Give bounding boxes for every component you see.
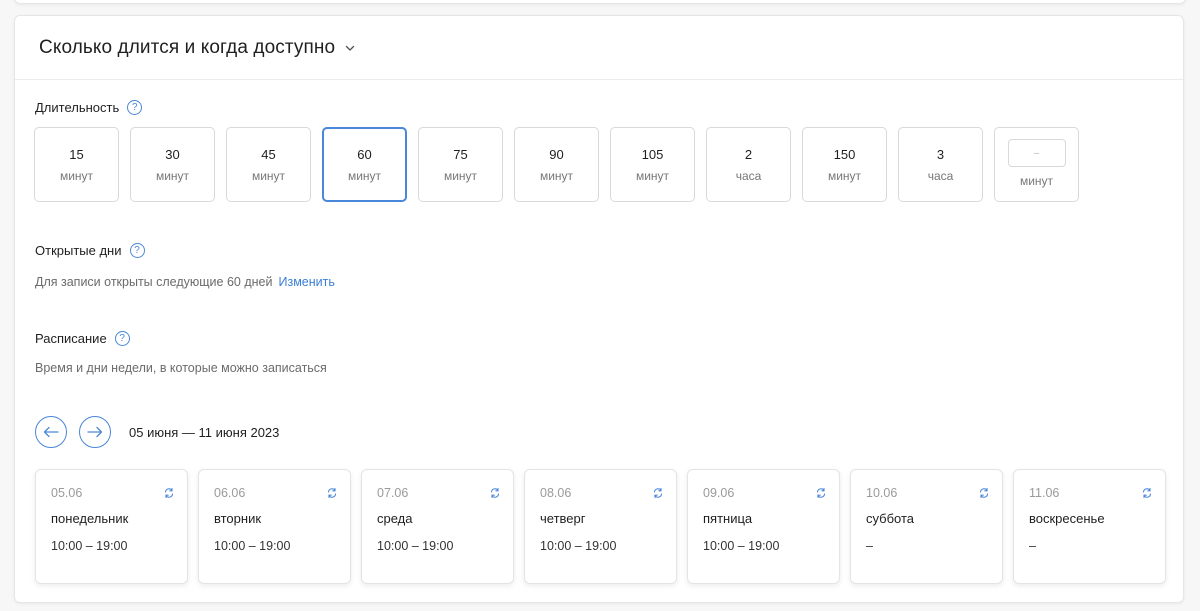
help-circle-icon[interactable]: ? <box>127 100 143 115</box>
duration-unit: минут <box>347 168 382 183</box>
arrow-right-icon[interactable] <box>79 416 111 448</box>
day-date: 07.06 <box>377 486 409 500</box>
duration-unit: минут <box>443 168 478 183</box>
duration-value: 105 <box>641 146 664 162</box>
duration-value: 90 <box>549 146 564 162</box>
day-card-wednesday[interactable]: 07.06 среда 10:00 – 19:00 <box>361 469 514 584</box>
duration-unit: минут <box>155 168 190 183</box>
duration-option-75[interactable]: 75 минут <box>418 127 503 202</box>
day-name: суббота <box>866 511 915 526</box>
duration-label: Длительность <box>35 100 120 115</box>
duration-unit: часа <box>735 168 762 183</box>
day-name: четверг <box>540 511 586 526</box>
schedule-days: 05.06 понедельник 10:00 – 19:00 06.06 вт… <box>35 469 1176 584</box>
custom-duration-input[interactable]: – <box>1007 139 1066 167</box>
duration-value: 45 <box>261 146 276 162</box>
week-range: 05 июня — 11 июня 2023 <box>129 424 280 440</box>
duration-unit: минут <box>539 168 574 183</box>
day-name: понедельник <box>51 511 129 526</box>
duration-unit: минут <box>1019 174 1054 188</box>
duration-unit: часа <box>927 168 954 183</box>
schedule-label: Расписание <box>35 331 107 346</box>
day-card-sunday[interactable]: 11.06 воскресенье – <box>1013 469 1166 584</box>
duration-option-45[interactable]: 45 минут <box>226 127 311 202</box>
week-navigation: 05 июня — 11 июня 2023 <box>35 416 279 448</box>
day-hours: – <box>866 539 873 553</box>
duration-value: 15 <box>69 146 84 162</box>
duration-value: 3 <box>936 146 945 162</box>
day-date: 06.06 <box>214 486 246 500</box>
open-days-text: Для записи открыты следующие 60 дней <box>35 275 273 289</box>
day-name: среда <box>377 511 413 526</box>
day-date: 08.06 <box>540 486 572 500</box>
day-card-monday[interactable]: 05.06 понедельник 10:00 – 19:00 <box>35 469 188 584</box>
day-date: 05.06 <box>51 486 83 500</box>
duration-value: 60 <box>357 146 372 162</box>
duration-option-2h[interactable]: 2 часа <box>706 127 791 202</box>
duration-options: 15 минут 30 минут 45 минут 60 минут 75 м… <box>34 127 1090 202</box>
duration-option-60[interactable]: 60 минут <box>322 127 407 202</box>
previous-card <box>14 0 1186 4</box>
duration-value: 2 <box>744 146 753 162</box>
day-card-tuesday[interactable]: 06.06 вторник 10:00 – 19:00 <box>198 469 351 584</box>
duration-value: 75 <box>453 146 468 162</box>
duration-option-custom[interactable]: – минут <box>994 127 1079 202</box>
open-days-label: Открытые дни <box>35 243 122 258</box>
day-hours: 10:00 – 19:00 <box>703 539 780 553</box>
day-hours: 10:00 – 19:00 <box>540 539 617 553</box>
arrow-left-icon[interactable] <box>35 416 67 448</box>
open-days-label-row: Открытые дни ? <box>35 243 145 258</box>
duration-option-150[interactable]: 150 минут <box>802 127 887 202</box>
repeat-icon[interactable] <box>815 486 827 499</box>
repeat-icon[interactable] <box>489 486 501 499</box>
day-name: пятница <box>703 511 753 526</box>
repeat-icon[interactable] <box>1141 486 1153 499</box>
duration-value: 30 <box>165 146 180 162</box>
help-circle-icon[interactable]: ? <box>114 331 130 346</box>
day-date: 10.06 <box>866 486 898 500</box>
day-hours: 10:00 – 19:00 <box>51 539 128 553</box>
section-title: Сколько длится и когда доступно <box>39 36 336 58</box>
duration-unit: минут <box>59 168 94 183</box>
duration-unit: минут <box>251 168 286 183</box>
duration-label-row: Длительность ? <box>35 100 143 115</box>
day-hours: 10:00 – 19:00 <box>214 539 291 553</box>
duration-unit: минут <box>827 168 862 183</box>
schedule-label-row: Расписание ? <box>35 331 130 346</box>
duration-option-90[interactable]: 90 минут <box>514 127 599 202</box>
day-date: 09.06 <box>703 486 735 500</box>
day-card-thursday[interactable]: 08.06 четверг 10:00 – 19:00 <box>524 469 677 584</box>
card-header[interactable]: Сколько длится и когда доступно <box>15 16 1183 80</box>
day-name: воскресенье <box>1029 511 1105 526</box>
day-hours: – <box>1029 539 1036 553</box>
duration-unit: минут <box>635 168 670 183</box>
repeat-icon[interactable] <box>163 486 175 499</box>
duration-option-15[interactable]: 15 минут <box>34 127 119 202</box>
availability-card: Сколько длится и когда доступно Длительн… <box>14 15 1184 603</box>
repeat-icon[interactable] <box>326 486 338 499</box>
duration-option-105[interactable]: 105 минут <box>610 127 695 202</box>
schedule-description: Время и дни недели, в которые можно запи… <box>35 361 327 375</box>
day-card-friday[interactable]: 09.06 пятница 10:00 – 19:00 <box>687 469 840 584</box>
chevron-down-icon[interactable] <box>344 42 356 54</box>
day-card-saturday[interactable]: 10.06 суббота – <box>850 469 1003 584</box>
repeat-icon[interactable] <box>978 486 990 499</box>
repeat-icon[interactable] <box>652 486 664 499</box>
change-link[interactable]: Изменить <box>278 275 334 289</box>
duration-value: 150 <box>833 146 856 162</box>
day-hours: 10:00 – 19:00 <box>377 539 454 553</box>
duration-option-3h[interactable]: 3 часа <box>898 127 983 202</box>
day-date: 11.06 <box>1029 486 1060 500</box>
day-name: вторник <box>214 511 262 526</box>
help-circle-icon[interactable]: ? <box>129 243 145 258</box>
open-days-text-row: Для записи открыты следующие 60 дней Изме… <box>35 275 335 289</box>
duration-option-30[interactable]: 30 минут <box>130 127 215 202</box>
